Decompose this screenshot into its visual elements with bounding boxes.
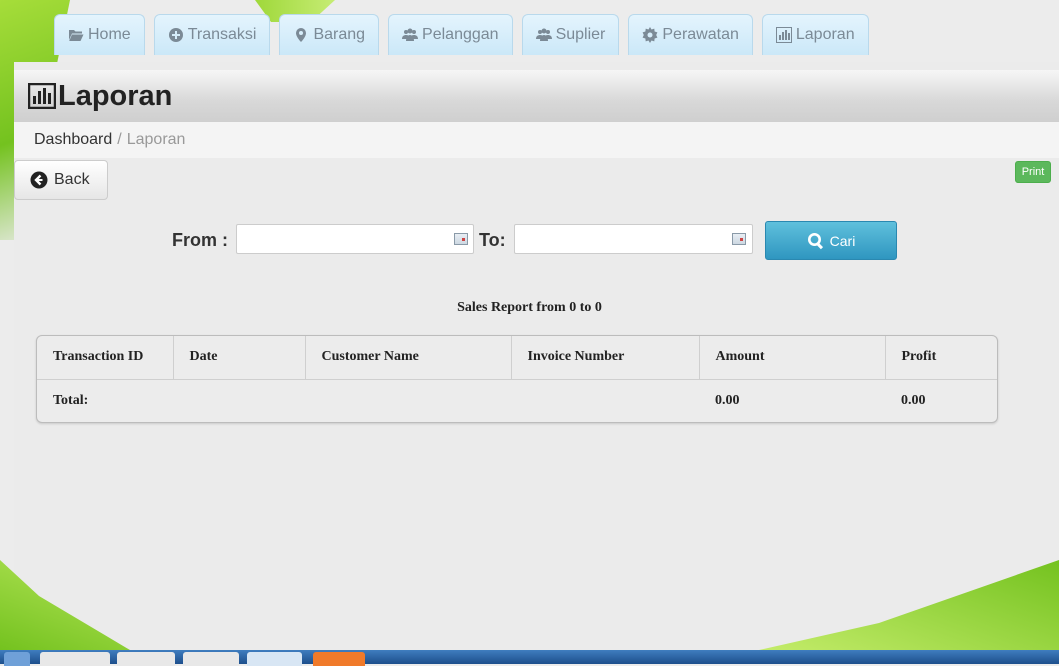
cog-icon [642,27,658,43]
column-header: Date [172,336,305,380]
breadcrumb-separator: / [117,131,122,148]
nav-perawatan[interactable]: Perawatan [628,14,753,55]
map-marker-icon [296,28,307,42]
users-icon [535,28,552,41]
top-nav: Home Transaksi Barang Pelanggan Suplier … [54,14,869,55]
back-button[interactable]: Back [14,160,108,200]
nav-label: Perawatan [662,26,739,43]
calendar-icon[interactable] [732,233,746,245]
arrow-left-circle-icon [30,171,48,189]
users-icon [402,28,419,41]
total-amount: 0.00 [715,393,740,409]
search-icon [807,232,823,249]
report-title: Sales Report from 0 to 0 [457,300,602,315]
search-label: Cari [829,232,856,249]
back-label: Back [54,171,90,188]
nav-label: Barang [313,26,366,43]
to-label: To: [479,230,506,250]
report-table: Transaction ID Date Customer Name Invoic… [36,335,998,423]
nav-label: Home [88,26,131,43]
calendar-icon[interactable] [454,233,468,245]
nav-home[interactable]: Home [54,14,145,55]
table-header-row: Transaction ID Date Customer Name Invoic… [37,336,997,380]
to-date-input[interactable] [514,224,753,254]
total-row: Total: 0.00 0.00 [37,379,997,422]
page-header: Laporan [14,70,1059,122]
nav-transaksi[interactable]: Transaksi [153,14,271,55]
breadcrumb-dashboard[interactable]: Dashboard [34,131,112,149]
total-label: Total: [53,393,89,409]
column-header: Invoice Number [510,336,699,380]
os-taskbar [0,650,1059,666]
from-label: From : [172,230,228,250]
nav-laporan[interactable]: Laporan [761,14,869,55]
from-date-input[interactable] [236,224,474,254]
breadcrumb-current: Laporan [126,131,186,148]
nav-label: Laporan [795,26,855,43]
column-header: Profit [884,336,997,380]
plus-circle-icon [168,28,183,42]
total-profit: 0.00 [901,393,926,409]
nav-label: Suplier [555,26,606,43]
nav-barang[interactable]: Barang [279,14,380,55]
nav-pelanggan[interactable]: Pelanggan [388,14,513,55]
column-header: Transaction ID [37,336,173,380]
print-button[interactable]: Print [1015,161,1051,183]
column-header: Customer Name [304,336,511,380]
folder-open-icon [69,30,84,41]
nav-suplier[interactable]: Suplier [521,14,620,55]
bar-chart-icon [775,27,792,43]
bar-chart-icon [28,83,56,109]
search-button[interactable]: Cari [765,221,897,260]
nav-label: Pelanggan [422,26,499,43]
nav-label: Transaksi [187,26,257,43]
page-title: Laporan [58,79,173,112]
breadcrumb: Dashboard / Laporan [14,122,1059,158]
column-header: Amount [698,336,885,380]
